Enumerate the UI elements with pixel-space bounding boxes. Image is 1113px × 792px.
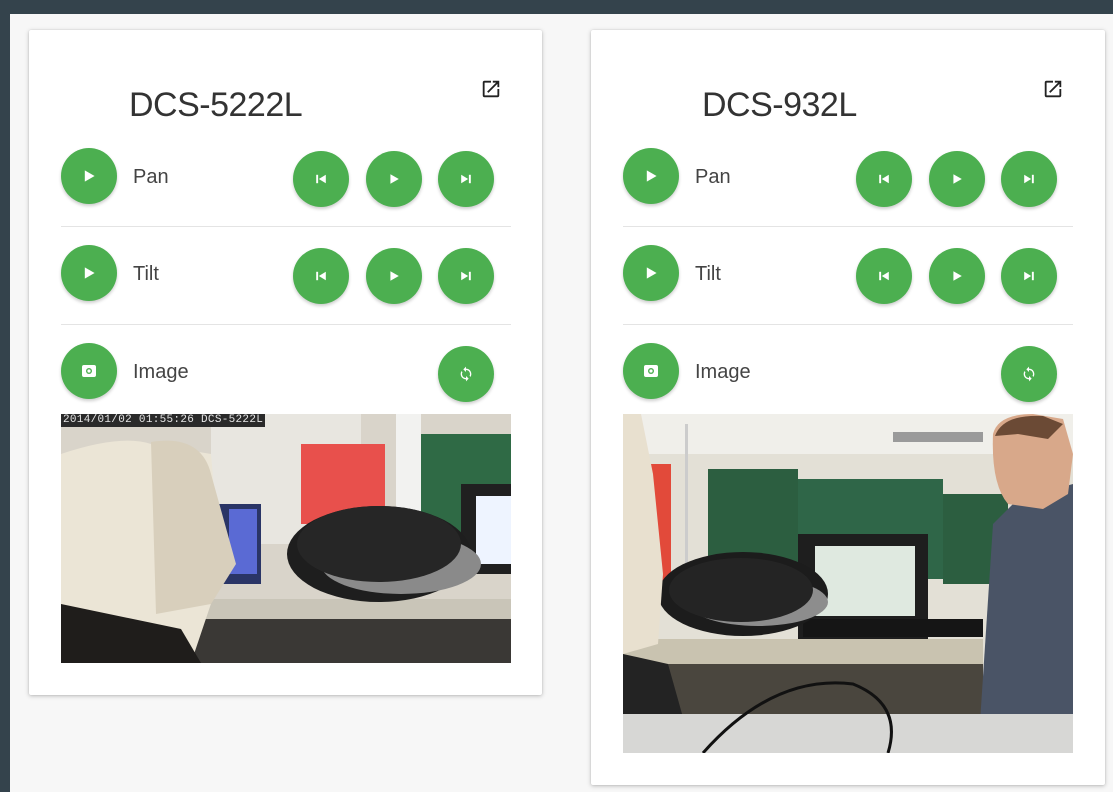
pan-right-button[interactable] <box>438 151 494 207</box>
camera-snapshot: 2014/01/02 01:55:26 DCS-5222L <box>61 414 511 663</box>
pan-row: Pan <box>61 148 511 210</box>
play-icon <box>953 271 962 281</box>
pan-left-button[interactable] <box>856 151 912 207</box>
tilt-play-button[interactable] <box>929 248 985 304</box>
skip-previous-icon <box>879 174 889 184</box>
camera-title: DCS-5222L <box>129 86 303 124</box>
camera-card: DCS-5222L Pan Tilt Image 2014/01/02 01:5… <box>29 30 542 695</box>
pan-row: Pan <box>623 148 1073 210</box>
image-label: Image <box>695 361 751 383</box>
skip-previous-icon <box>316 174 326 184</box>
tilt-row: Tilt <box>623 245 1073 307</box>
row-divider <box>61 324 511 325</box>
window-top-frame <box>0 0 1113 14</box>
pan-toggle-button[interactable] <box>623 148 679 204</box>
play-icon <box>84 267 95 279</box>
play-icon <box>390 271 399 281</box>
play-icon <box>84 170 95 182</box>
snapshot-button[interactable] <box>623 343 679 399</box>
tilt-toggle-button[interactable] <box>61 245 117 301</box>
window-left-frame <box>0 0 10 792</box>
tilt-label: Tilt <box>133 263 159 285</box>
pan-play-button[interactable] <box>929 151 985 207</box>
skip-previous-icon <box>316 271 326 281</box>
tilt-up-button[interactable] <box>293 248 349 304</box>
play-icon <box>390 174 399 184</box>
row-divider <box>623 324 1073 325</box>
row-divider <box>61 226 511 227</box>
pan-right-button[interactable] <box>1001 151 1057 207</box>
image-row: Image <box>623 343 1073 405</box>
pan-toggle-button[interactable] <box>61 148 117 204</box>
refresh-icon <box>460 366 472 382</box>
pan-label: Pan <box>695 166 731 188</box>
snapshot-button[interactable] <box>61 343 117 399</box>
camera-icon <box>82 365 96 377</box>
camera-card: DCS-932L Pan Tilt Image <box>591 30 1105 785</box>
skip-next-icon <box>1024 271 1034 281</box>
play-icon <box>953 174 962 184</box>
play-icon <box>646 267 657 279</box>
pan-play-button[interactable] <box>366 151 422 207</box>
row-divider <box>623 226 1073 227</box>
tilt-down-button[interactable] <box>438 248 494 304</box>
camera-title: DCS-932L <box>702 86 857 124</box>
open-in-new-icon[interactable] <box>1042 78 1064 100</box>
play-icon <box>646 170 657 182</box>
skip-next-icon <box>1024 174 1034 184</box>
image-label: Image <box>133 361 189 383</box>
tilt-play-button[interactable] <box>366 248 422 304</box>
tilt-row: Tilt <box>61 245 511 307</box>
snapshot-timestamp: 2014/01/02 01:55:26 DCS-5222L <box>61 414 266 427</box>
open-in-new-icon[interactable] <box>480 78 502 100</box>
refresh-icon <box>1023 366 1035 382</box>
refresh-button[interactable] <box>1001 346 1057 402</box>
tilt-up-button[interactable] <box>856 248 912 304</box>
skip-previous-icon <box>879 271 889 281</box>
pan-label: Pan <box>133 166 169 188</box>
tilt-down-button[interactable] <box>1001 248 1057 304</box>
tilt-label: Tilt <box>695 263 721 285</box>
refresh-button[interactable] <box>438 346 494 402</box>
tilt-toggle-button[interactable] <box>623 245 679 301</box>
skip-next-icon <box>461 174 471 184</box>
image-row: Image <box>61 343 511 405</box>
camera-snapshot <box>623 414 1073 753</box>
camera-icon <box>644 365 658 377</box>
pan-left-button[interactable] <box>293 151 349 207</box>
skip-next-icon <box>461 271 471 281</box>
